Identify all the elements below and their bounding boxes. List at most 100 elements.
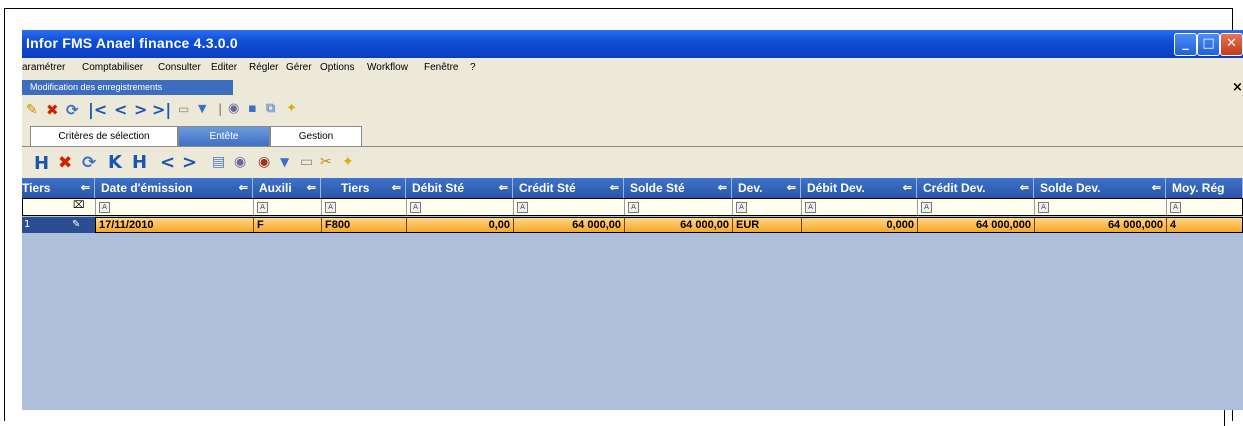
col-header-dev[interactable]: Dev. ⇐ xyxy=(732,178,801,198)
search-icon[interactable]: ✦ xyxy=(286,101,297,116)
filter-cell-solde-dev[interactable]: A xyxy=(1035,199,1167,215)
row-selector[interactable]: 1 ✎ xyxy=(22,217,95,233)
subwindow-title: Modification des enregistrements xyxy=(22,80,233,95)
dropdown-icon[interactable]: ▼ xyxy=(280,155,289,169)
first-record-icon[interactable]: K xyxy=(108,152,122,173)
filter-icon: A xyxy=(325,202,336,213)
document-icon[interactable]: ▭ xyxy=(178,102,189,116)
cell-moy-reg[interactable]: 4 xyxy=(1167,218,1243,232)
delete-icon[interactable]: ✖ xyxy=(58,153,72,173)
col-header-tiers[interactable]: Tiers ⇐ xyxy=(22,178,95,198)
filter-cell-debit-ste[interactable]: A xyxy=(407,199,514,215)
col-header-tiers-2[interactable]: Tiers ⇐ xyxy=(321,178,406,198)
cell-tiers[interactable]: F800 xyxy=(322,218,407,232)
col-header-credit-dev[interactable]: Crédit Dev. ⇐ xyxy=(917,178,1034,198)
sort-icon[interactable]: ⇐ xyxy=(718,178,727,198)
filter-icon: A xyxy=(628,202,639,213)
search-icon[interactable]: ✦ xyxy=(342,154,354,170)
tab-criteres-selection[interactable]: Critères de sélection xyxy=(30,126,178,147)
tab-entete[interactable]: Entête xyxy=(178,126,270,147)
close-button[interactable]: ✕ xyxy=(1220,33,1243,56)
tab-gestion[interactable]: Gestion xyxy=(270,126,362,147)
filter-cell-debit-dev[interactable]: A xyxy=(802,199,918,215)
refresh-icon[interactable]: ⟳ xyxy=(82,153,96,173)
records-grid: Tiers ⇐ Date d'émission ⇐ Auxili ⇐ Tiers ⇐ D… xyxy=(22,178,1243,410)
cell-date-emission[interactable]: 17/11/2010 xyxy=(96,218,254,232)
sort-icon[interactable]: ⇐ xyxy=(787,178,796,198)
cell-debit-dev[interactable]: 0,000 xyxy=(802,218,918,232)
col-header-moy-reg[interactable]: Moy. Rég xyxy=(1166,178,1243,198)
delete-icon[interactable]: ✖ xyxy=(46,101,59,119)
copy-icon[interactable]: ⧉ xyxy=(266,101,275,116)
filter-cell-dev[interactable]: A xyxy=(733,199,802,215)
filter-cell-credit-dev[interactable]: A xyxy=(918,199,1035,215)
col-header-credit-ste[interactable]: Crédit Sté ⇐ xyxy=(513,178,624,198)
col-header-debit-dev[interactable]: Débit Dev. ⇐ xyxy=(801,178,917,198)
col-header-date-emission[interactable]: Date d'émission ⇐ xyxy=(95,178,253,198)
menu-gerer[interactable]: Gérer xyxy=(286,62,312,73)
previous-record-icon[interactable]: < xyxy=(114,100,127,119)
next-record-icon[interactable]: > xyxy=(182,152,197,173)
filter-cell-date[interactable]: A xyxy=(96,199,254,215)
menu-workflow[interactable]: Workflow xyxy=(367,62,408,73)
cell-credit-ste[interactable]: 64 000,00 xyxy=(514,218,625,232)
menu-options[interactable]: Options xyxy=(320,62,354,73)
menu-help[interactable]: ? xyxy=(470,62,476,73)
cell-credit-dev[interactable]: 64 000,000 xyxy=(918,218,1035,232)
table-row[interactable]: 17/11/2010 F F800 0,00 64 000,00 64 000,… xyxy=(95,217,1243,233)
menu-fenetre[interactable]: Fenêtre xyxy=(424,62,458,73)
sort-icon[interactable]: ⇐ xyxy=(610,178,619,198)
dropdown-icon[interactable]: ▼ xyxy=(198,102,206,115)
cell-debit-ste[interactable]: 0,00 xyxy=(407,218,514,232)
col-header-debit-ste[interactable]: Débit Sté ⇐ xyxy=(406,178,513,198)
window-title: Infor FMS Anael finance 4.3.0.0 xyxy=(26,35,238,51)
filter-cell-credit-ste[interactable]: A xyxy=(514,199,625,215)
sort-icon[interactable]: ⇐ xyxy=(81,178,90,198)
menu-comptabiliser[interactable]: Comptabiliser xyxy=(82,62,143,73)
database-icon[interactable]: ◉ xyxy=(234,154,246,170)
menu-consulter[interactable]: Consulter xyxy=(158,62,201,73)
cell-dev[interactable]: EUR xyxy=(733,218,802,232)
maximize-button[interactable]: □ xyxy=(1197,33,1220,56)
sort-icon[interactable]: ⇐ xyxy=(1020,178,1029,198)
filter-cell-tiers[interactable]: A xyxy=(322,199,407,215)
refresh-icon[interactable]: ⟳ xyxy=(66,101,79,119)
clear-filter-icon[interactable]: ⌧ xyxy=(73,200,85,211)
last-record-icon[interactable]: H xyxy=(132,152,147,173)
cell-solde-ste[interactable]: 64 000,00 xyxy=(625,218,733,232)
filter-cell-solde-ste[interactable]: A xyxy=(625,199,733,215)
next-record-icon[interactable]: > xyxy=(134,100,147,119)
title-bar: Infor FMS Anael finance 4.3.0.0 _ □ ✕ xyxy=(22,30,1243,58)
cell-auxili[interactable]: F xyxy=(254,218,322,232)
sort-icon[interactable]: ⇐ xyxy=(392,178,401,198)
database-delete-icon[interactable]: ◉ xyxy=(258,154,270,170)
last-record-icon[interactable]: >| xyxy=(152,100,171,119)
sort-icon[interactable]: ⇐ xyxy=(307,178,316,198)
document-icon[interactable]: ▭ xyxy=(300,154,313,170)
previous-record-icon[interactable]: < xyxy=(160,152,175,173)
menu-regler[interactable]: Régler xyxy=(249,62,278,73)
col-header-solde-dev[interactable]: Solde Dev. ⇐ xyxy=(1034,178,1166,198)
menu-parametrer[interactable]: aramétrer xyxy=(22,62,65,73)
save-icon[interactable]: H xyxy=(34,153,49,174)
save-icon[interactable]: ▪ xyxy=(248,101,257,116)
grid-icon[interactable]: ▤ xyxy=(212,154,225,170)
filter-cell-clear[interactable]: ⌧ xyxy=(23,199,96,215)
subwindow-close-icon[interactable]: × xyxy=(1232,80,1243,95)
col-header-solde-ste[interactable]: Solde Sté ⇐ xyxy=(624,178,732,198)
sort-icon[interactable]: ⇐ xyxy=(903,178,912,198)
filter-cell-moy-reg[interactable]: A xyxy=(1167,199,1243,215)
sort-icon[interactable]: ⇐ xyxy=(239,178,248,198)
edit-icon[interactable]: ✎ xyxy=(26,102,38,118)
minimize-button[interactable]: _ xyxy=(1174,33,1197,56)
filter-cell-auxili[interactable]: A xyxy=(254,199,322,215)
menu-editer[interactable]: Editer xyxy=(211,62,237,73)
database-icon[interactable]: ◉ xyxy=(228,101,239,116)
record-toolbar: H ✖ ⟳ K H < > ▤ ◉ ◉ ▼ ▭ ✂ ✦ xyxy=(22,148,1243,178)
cell-solde-dev[interactable]: 64 000,000 xyxy=(1035,218,1167,232)
col-header-auxili[interactable]: Auxili ⇐ xyxy=(253,178,321,198)
sort-icon[interactable]: ⇐ xyxy=(499,178,508,198)
sort-icon[interactable]: ⇐ xyxy=(1152,178,1161,198)
first-record-icon[interactable]: |< xyxy=(88,100,107,119)
attach-icon[interactable]: ✂ xyxy=(320,154,332,170)
